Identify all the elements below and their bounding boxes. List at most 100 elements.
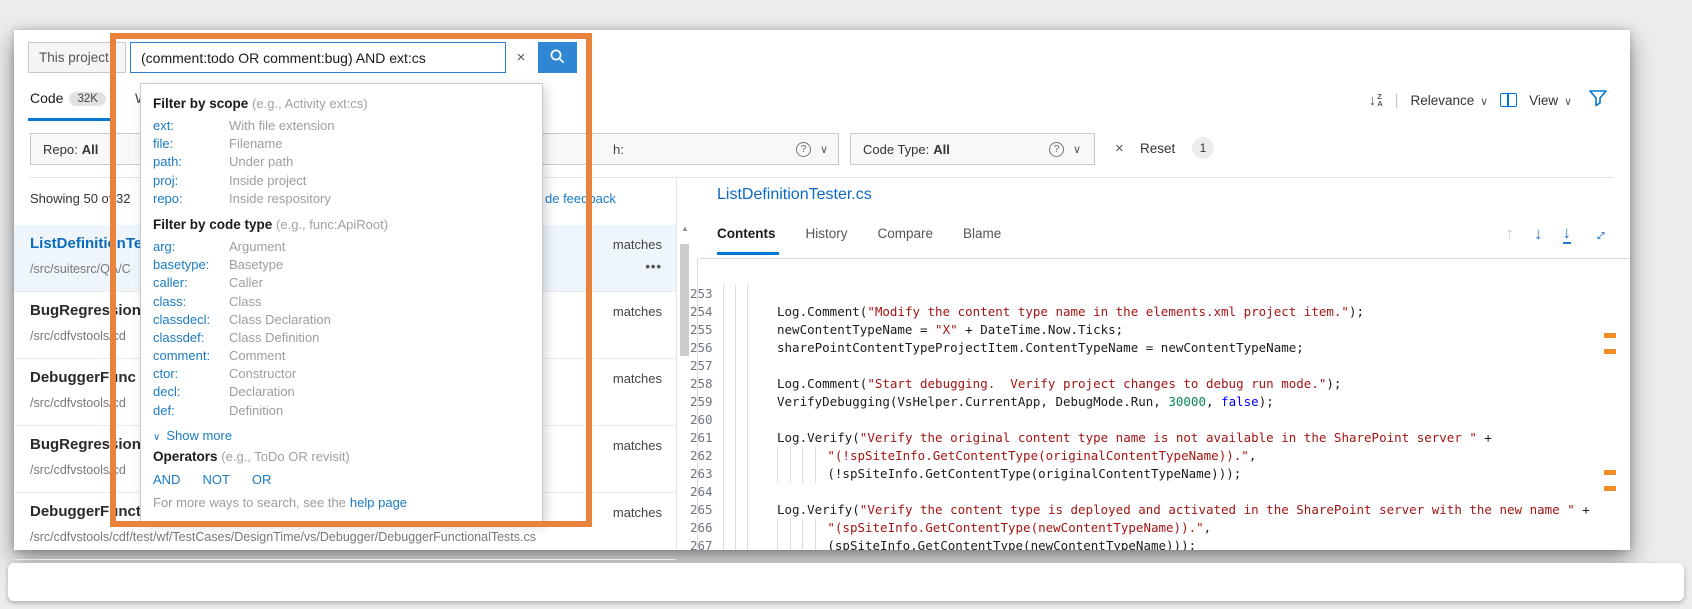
code-type-filter-value: All <box>933 142 950 157</box>
help-page-link[interactable]: help page <box>350 495 407 510</box>
code-line: 260 <box>690 411 1630 429</box>
filter-funnel-icon[interactable] <box>1588 89 1608 112</box>
operator-not[interactable]: NOT <box>202 472 229 487</box>
result-file-name[interactable]: DebuggerFunc <box>30 369 136 386</box>
indent-guides <box>712 501 768 519</box>
codetype-filter-term[interactable]: classdef: <box>153 329 229 347</box>
scope-filter-term[interactable]: path: <box>153 153 229 171</box>
reset-filters-button[interactable]: Reset <box>1140 141 1175 156</box>
line-number: 266 <box>690 519 712 537</box>
reset-count-badge: 1 <box>1192 137 1214 159</box>
code-type-filter[interactable]: Code Type: All ? ∨ <box>850 133 1095 165</box>
codetype-filter-term[interactable]: class: <box>153 293 229 311</box>
sort-by-dropdown[interactable]: Relevance ∨ <box>1411 93 1489 108</box>
file-tab-history[interactable]: History <box>806 226 848 241</box>
code-line: 256sharePointContentTypeProjectItem.Cont… <box>690 339 1630 357</box>
codetype-filter-term[interactable]: arg: <box>153 238 229 256</box>
codetype-filter-term[interactable]: ctor: <box>153 365 229 383</box>
code-viewer[interactable]: 253254Log.Comment("Modify the content ty… <box>690 259 1630 550</box>
search-button[interactable] <box>538 42 577 73</box>
split-view-icon[interactable] <box>1500 93 1517 107</box>
scope-filter-entry: ext:With file extension <box>153 117 542 135</box>
code-line: 254Log.Comment("Modify the content type … <box>690 303 1630 321</box>
file-tab-blame[interactable]: Blame <box>963 226 1001 241</box>
codetype-filter-term[interactable]: classdecl: <box>153 311 229 329</box>
codetype-filter-term[interactable]: basetype: <box>153 256 229 274</box>
clear-search-icon[interactable]: × <box>508 42 534 73</box>
results-scrollbar-thumb[interactable] <box>680 244 689 356</box>
codetype-filter-term[interactable]: comment: <box>153 347 229 365</box>
line-number: 264 <box>690 483 712 501</box>
result-file-name[interactable]: BugRegression <box>30 436 141 453</box>
indent-guides <box>712 393 768 411</box>
scope-section-title: Filter by scope (e.g., Activity ext:cs) <box>153 96 542 111</box>
expand-icon[interactable]: ↔ <box>1586 221 1612 247</box>
code-text: Log.Comment("Modify the content type nam… <box>777 303 1364 321</box>
codetype-filter-entry: ctor:Constructor <box>153 365 542 383</box>
codetype-filter-description: Basetype <box>229 256 283 274</box>
path-filter-label-fragment: h: <box>613 142 624 157</box>
codetype-filter-description: Comment <box>229 347 285 365</box>
line-number: 258 <box>690 375 712 393</box>
file-title-link[interactable]: ListDefinitionTester.cs <box>717 186 872 204</box>
codetype-filter-description: Argument <box>229 238 285 256</box>
codetype-filter-description: Class <box>229 293 262 311</box>
code-line: 263(!spSiteInfo.GetContentType(originalC… <box>690 465 1630 483</box>
result-file-path: /src/suitesrc/QA/C <box>30 262 131 276</box>
search-icon <box>549 48 566 68</box>
indent-guides <box>712 339 768 357</box>
repo-filter-value: All <box>82 142 99 157</box>
code-line: 258Log.Comment("Start debugging. Verify … <box>690 375 1630 393</box>
scope-filter-term[interactable]: file: <box>153 135 229 153</box>
result-file-path: /src/cdfvstools/cdf/test/wf/TestCases/De… <box>30 530 536 544</box>
scope-filter-term[interactable]: proj: <box>153 172 229 190</box>
result-match-count: matches <box>613 505 662 520</box>
code-text: Log.Verify("Verify the original content … <box>777 429 1492 447</box>
scrollbar-up-icon[interactable]: ▲ <box>681 224 689 233</box>
show-more-link[interactable]: ∨Show more <box>153 428 542 443</box>
result-file-name[interactable]: BugRegression <box>30 302 141 319</box>
scope-filter-entry: proj:Inside project <box>153 172 542 190</box>
result-match-count: matches <box>613 237 662 252</box>
chevron-down-icon[interactable]: ∨ <box>820 143 828 156</box>
tab-code[interactable]: Code32K <box>30 90 106 106</box>
scope-filter-term[interactable]: ext: <box>153 117 229 135</box>
search-scope-button[interactable]: This project <box>28 42 126 73</box>
codetype-section-title: Filter by code type (e.g., func:ApiRoot) <box>153 217 542 232</box>
code-text: (spSiteInfo.GetContentType(newContentTyp… <box>777 537 1196 550</box>
help-icon[interactable]: ? <box>1049 142 1064 157</box>
codetype-filter-description: Caller <box>229 274 263 292</box>
search-input[interactable] <box>130 42 506 73</box>
code-text: Log.Verify("Verify the content type is d… <box>777 501 1590 519</box>
previous-match-icon[interactable]: ↑ <box>1506 224 1515 244</box>
line-number: 267 <box>690 537 712 550</box>
help-icon[interactable]: ? <box>796 142 811 157</box>
file-panel-tabs: Contents History Compare Blame <box>717 226 1001 241</box>
scope-filter-term[interactable]: repo: <box>153 190 229 208</box>
operators-section-title: Operators (e.g., ToDo OR revisit) <box>153 449 542 464</box>
code-text: VerifyDebugging(VsHelper.CurrentApp, Deb… <box>777 393 1274 411</box>
next-match-icon[interactable]: ↓ <box>1534 224 1543 244</box>
chevron-down-icon[interactable]: ∨ <box>1073 143 1081 156</box>
repo-filter-label: Repo: <box>43 142 78 157</box>
codetype-filter-term[interactable]: decl: <box>153 383 229 401</box>
download-icon[interactable]: ↓ <box>1563 224 1572 244</box>
operator-and[interactable]: AND <box>153 472 180 487</box>
provide-feedback-link[interactable]: de feedback <box>545 191 616 206</box>
code-line: 265Log.Verify("Verify the content type i… <box>690 501 1630 519</box>
operator-or[interactable]: OR <box>252 472 272 487</box>
code-line: 255newContentTypeName = "X" + DateTime.N… <box>690 321 1630 339</box>
file-tab-compare[interactable]: Compare <box>878 226 934 241</box>
code-text: "(spSiteInfo.GetContentType(newContentTy… <box>777 519 1211 537</box>
codetype-filter-description: Class Definition <box>229 329 319 347</box>
line-number: 256 <box>690 339 712 357</box>
codetype-filter-term[interactable]: caller: <box>153 274 229 292</box>
sort-order-icon[interactable]: ↓ ZA <box>1369 92 1383 109</box>
code-text: newContentTypeName = "X" + DateTime.Now.… <box>777 321 1123 339</box>
file-tab-contents[interactable]: Contents <box>717 226 776 241</box>
more-options-icon[interactable]: ••• <box>645 259 662 274</box>
view-dropdown[interactable]: View ∨ <box>1529 93 1572 108</box>
codetype-filter-term[interactable]: def: <box>153 402 229 420</box>
match-ruler-mark <box>1604 486 1616 491</box>
reset-filters-icon[interactable]: × <box>1115 140 1124 157</box>
